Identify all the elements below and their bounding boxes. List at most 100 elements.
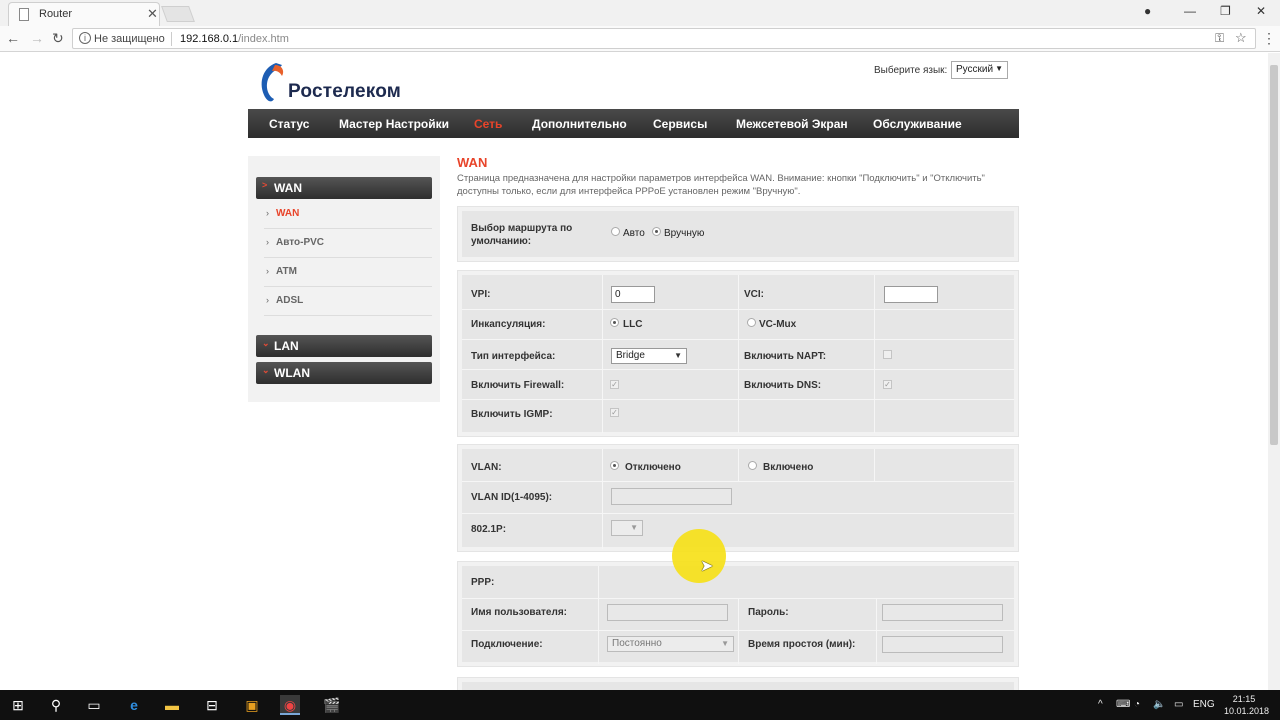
sidebar-group-wan[interactable]: > WAN — [256, 177, 432, 199]
info-icon[interactable]: i — [79, 32, 91, 44]
dns-checkbox[interactable]: ✓ — [883, 380, 892, 389]
windows-start-icon[interactable]: ⊞ — [8, 695, 28, 715]
sidebar-item-atm[interactable]: › ATM — [264, 258, 432, 287]
language-select[interactable]: Русский ▼ — [951, 61, 1008, 79]
vpi-input[interactable]: 0 — [611, 286, 655, 303]
connection-value: Постоянно — [612, 638, 662, 649]
sidebar-item-wan[interactable]: › WAN — [264, 200, 432, 229]
page-icon — [19, 8, 29, 21]
address-bar[interactable]: i Не защищено 192.168.0.1/index.htm ⚿ ☆ — [72, 28, 1256, 49]
chevron-down-icon: ⌄ — [262, 338, 270, 348]
wifi-icon[interactable]: ◔ — [1134, 699, 1140, 710]
system-clock[interactable]: 21:15 10.01.2018 — [1224, 693, 1269, 717]
sidebar-group-label: WAN — [274, 181, 302, 195]
tray-expand-icon[interactable]: ^ — [1098, 699, 1103, 710]
close-window-icon[interactable]: ✕ — [1256, 4, 1266, 18]
vlan-on-radio[interactable] — [748, 461, 757, 470]
notifications-icon[interactable]: ▭ — [1174, 699, 1183, 710]
dropdown-arrow-icon: ▼ — [630, 523, 638, 532]
vlan-on-label: Включено — [763, 462, 814, 473]
8021p-select[interactable]: ▼ — [611, 520, 643, 536]
minimize-icon[interactable]: — — [1184, 4, 1196, 18]
interface-type-select[interactable]: Bridge ▼ — [611, 348, 687, 364]
edge-icon[interactable]: e — [124, 695, 144, 715]
key-icon[interactable]: ⚿ — [1215, 31, 1224, 46]
chrome-icon[interactable]: ◉ — [280, 695, 300, 715]
vpi-label: VPI: — [471, 289, 491, 300]
profile-icon[interactable]: ● — [1144, 4, 1151, 18]
interface-type-value: Bridge — [616, 350, 645, 361]
input-language[interactable]: ENG — [1193, 699, 1215, 710]
connection-select[interactable]: Постоянно ▼ — [607, 636, 734, 652]
nav-setup-wizard[interactable]: Мастер Настройки — [339, 117, 449, 131]
vlan-id-label: VLAN ID(1-4095): — [471, 492, 553, 503]
app-icon[interactable]: ▣ — [242, 695, 262, 715]
password-input[interactable] — [882, 604, 1003, 621]
route-auto-radio[interactable] — [611, 227, 620, 236]
restore-icon[interactable]: ❐ — [1220, 4, 1231, 18]
rostelecom-logo: Ростелеком — [258, 59, 408, 105]
chevron-down-icon: ⌄ — [262, 365, 270, 375]
page-scrollbar[interactable] — [1268, 53, 1280, 690]
scrollbar-thumb[interactable] — [1270, 65, 1278, 445]
sidebar-group-wlan[interactable]: ⌄ WLAN — [256, 362, 432, 384]
igmp-checkbox[interactable]: ✓ — [610, 408, 619, 417]
vlan-off-radio[interactable] — [610, 461, 619, 470]
sidebar: > WAN › WAN › Авто-PVC › ATM › ADSL ⌄ LA… — [248, 156, 440, 402]
vlan-label: VLAN: — [471, 462, 502, 473]
store-icon[interactable]: ⊟ — [202, 695, 222, 715]
network-tray-icon[interactable]: ⌨ — [1116, 699, 1130, 710]
route-auto-label: Авто — [623, 228, 645, 239]
napt-checkbox[interactable] — [883, 350, 892, 359]
sidebar-item-adsl[interactable]: › ADSL — [264, 287, 432, 316]
vci-label: VCI: — [744, 289, 764, 300]
nav-network[interactable]: Сеть — [474, 117, 502, 131]
browser-menu-icon[interactable]: ⋮ — [1262, 30, 1276, 47]
task-view-icon[interactable]: ▭ — [84, 695, 104, 715]
encap-llc-radio[interactable] — [610, 318, 619, 327]
back-icon[interactable]: ← — [6, 30, 20, 46]
bookmark-star-icon[interactable]: ☆ — [1235, 30, 1247, 46]
route-label: Выбор маршрута по умолчанию: — [471, 223, 573, 247]
volume-icon[interactable]: 🔈 — [1153, 699, 1165, 710]
chevron-right-icon: > — [262, 180, 268, 190]
search-icon[interactable]: ⚲ — [46, 695, 66, 715]
nav-services[interactable]: Сервисы — [653, 117, 707, 131]
dropdown-arrow-icon: ▼ — [674, 351, 682, 360]
vlan-id-input[interactable] — [611, 488, 732, 505]
next-panel — [457, 677, 1019, 690]
file-explorer-icon[interactable]: ▬ — [162, 695, 182, 715]
language-value: Русский — [956, 64, 994, 75]
url-path: /index.htm — [238, 33, 289, 45]
video-editor-icon[interactable]: 🎬 — [322, 695, 342, 715]
idle-time-input[interactable] — [882, 636, 1003, 653]
bullet-icon: › — [266, 237, 269, 247]
route-panel: Выбор маршрута по умолчанию: Авто Вручну… — [457, 206, 1019, 262]
ppp-label: PPP: — [471, 577, 495, 588]
url-text[interactable]: 192.168.0.1/index.htm — [180, 33, 289, 45]
forward-icon[interactable]: → — [30, 30, 44, 46]
reload-icon[interactable]: ↻ — [52, 30, 64, 47]
atm-panel: VPI: 0 VCI: Инкапсуляция: LLC VC-Mux Тип… — [457, 270, 1019, 437]
security-label[interactable]: Не защищено — [94, 33, 165, 45]
browser-tab[interactable]: Router ✕ — [8, 2, 160, 26]
vci-input[interactable] — [884, 286, 938, 303]
route-manual-label: Вручную — [664, 228, 705, 239]
nav-maintenance[interactable]: Обслуживание — [873, 117, 962, 131]
route-manual-radio[interactable] — [652, 227, 661, 236]
sidebar-item-label: WAN — [276, 208, 300, 219]
idle-time-label: Время простоя (мин): — [748, 639, 856, 650]
sidebar-item-auto-pvc[interactable]: › Авто-PVC — [264, 229, 432, 258]
nav-status[interactable]: Статус — [269, 117, 309, 131]
firewall-checkbox[interactable]: ✓ — [610, 380, 619, 389]
close-tab-icon[interactable]: ✕ — [147, 6, 158, 22]
windows-taskbar: ⊞ ⚲ ▭ e ▬ ⊟ ▣ ◉ 🎬 ^ ⌨ ◔ 🔈 ▭ ENG 21:15 10… — [0, 690, 1280, 720]
nav-advanced[interactable]: Дополнительно — [532, 117, 627, 131]
username-input[interactable] — [607, 604, 728, 621]
encap-vcmux-radio[interactable] — [747, 318, 756, 327]
napt-label: Включить NAPT: — [744, 351, 827, 362]
nav-firewall[interactable]: Межсетевой Экран — [736, 117, 848, 131]
new-tab-button[interactable] — [161, 6, 195, 22]
sidebar-group-lan[interactable]: ⌄ LAN — [256, 335, 432, 357]
main-navigation: Статус Мастер Настройки Сеть Дополнитель… — [248, 109, 1019, 138]
